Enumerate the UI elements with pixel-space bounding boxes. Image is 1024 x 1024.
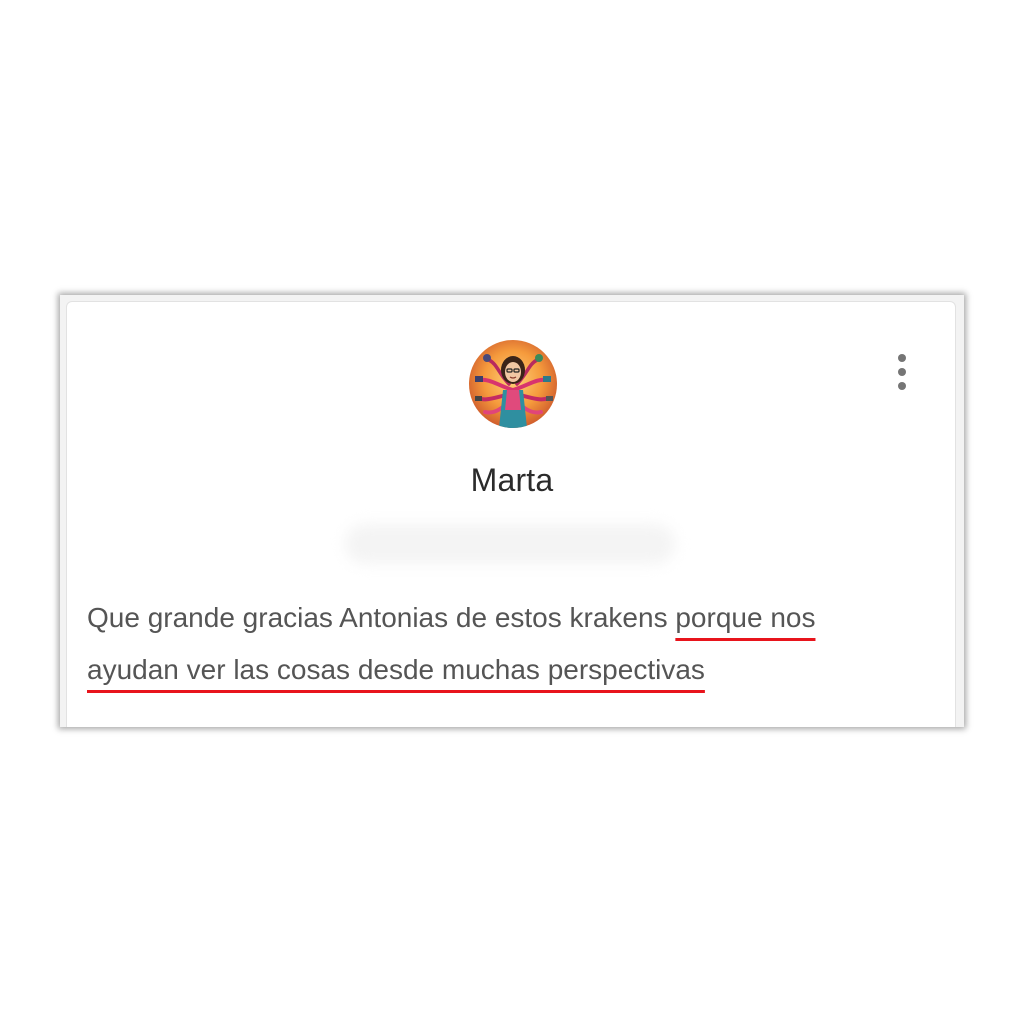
comment-highlight-1: porque nos — [675, 602, 816, 633]
comment-text-plain: Que grande gracias Antonias de estos kra… — [87, 602, 676, 633]
blurred-subtitle — [345, 524, 675, 564]
screenshot-frame: Marta Que grande gracias Antonias de est… — [60, 295, 964, 727]
more-options-button[interactable] — [887, 348, 917, 396]
comment-highlight-2: ayudan ver las cosas desde muchas perspe… — [87, 654, 705, 685]
more-vert-icon — [898, 354, 906, 390]
avatar-illustration — [469, 340, 557, 428]
page: Marta Que grande gracias Antonias de est… — [0, 0, 1024, 1024]
author-name[interactable]: Marta — [67, 462, 957, 499]
comment-text: Que grande gracias Antonias de estos kra… — [87, 592, 937, 696]
comment-card: Marta Que grande gracias Antonias de est… — [66, 301, 956, 727]
avatar[interactable] — [469, 340, 557, 428]
